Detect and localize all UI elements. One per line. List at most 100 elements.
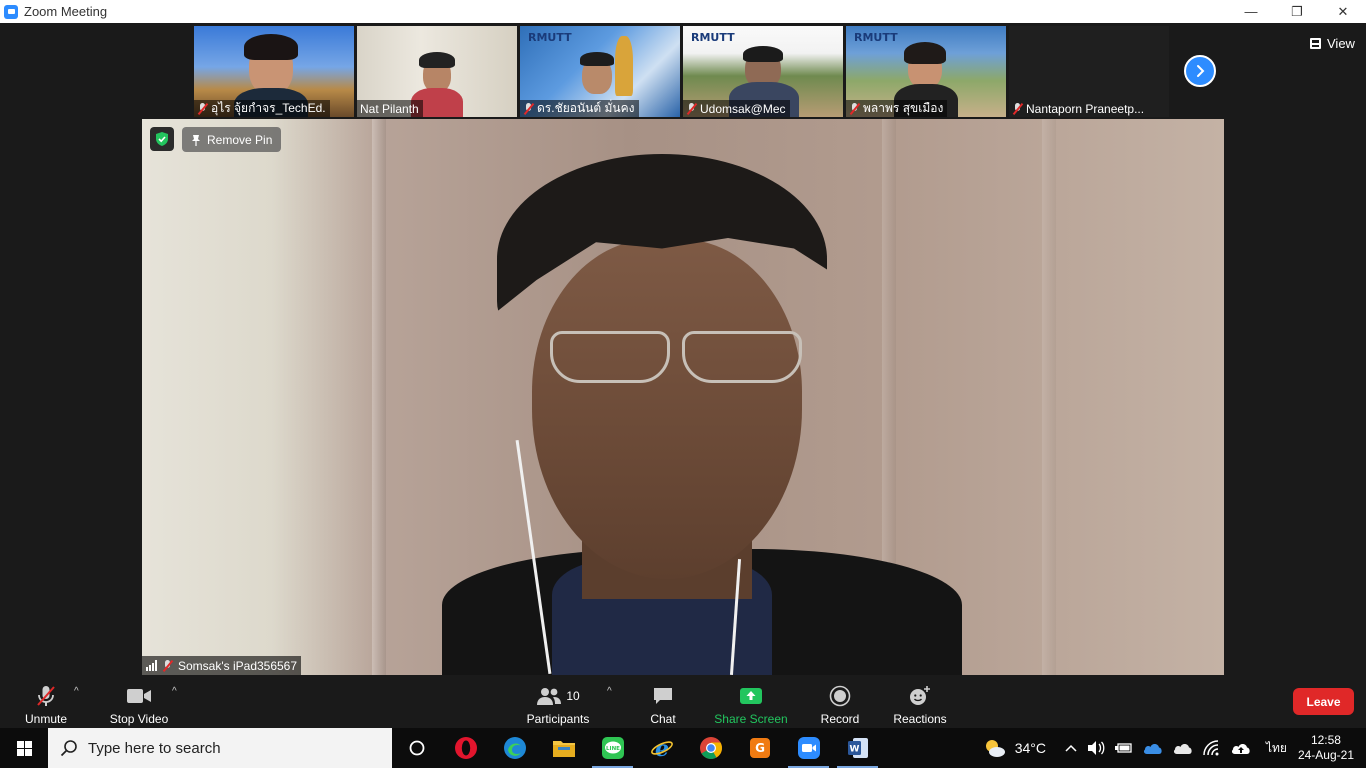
task-view-button[interactable] <box>392 728 441 768</box>
line-app[interactable]: LINE <box>588 728 637 768</box>
taskbar-clock[interactable]: 12:58 24-Aug-21 <box>1298 733 1354 763</box>
speaker-figure <box>532 239 802 579</box>
search-icon <box>60 740 77 757</box>
input-language-indicator[interactable]: ไทย <box>1266 739 1287 758</box>
reactions-button[interactable]: Reactions <box>892 680 948 726</box>
participant-name-label: ดร.ชัยอนันต์ มั่นคง <box>520 100 639 117</box>
cloud-white-icon <box>1173 744 1192 754</box>
file-explorer-app[interactable] <box>539 728 588 768</box>
video-camera-icon <box>126 683 152 709</box>
restore-button[interactable]: ❐ <box>1274 0 1320 23</box>
rmutt-logo: RMUTT <box>854 31 898 44</box>
svg-text:e: e <box>655 736 669 760</box>
muted-mic-icon <box>1012 102 1023 115</box>
leave-button[interactable]: Leave <box>1293 688 1354 715</box>
participants-button[interactable]: 10 Participants <box>524 680 592 726</box>
record-button[interactable]: Record <box>818 680 862 726</box>
participant-name-label: Nat Pilanth <box>357 100 423 117</box>
partly-cloudy-icon <box>985 740 1005 757</box>
zoom-app[interactable] <box>784 728 833 768</box>
encryption-shield-icon[interactable] <box>150 127 174 151</box>
battery-button[interactable] <box>1114 741 1133 755</box>
svg-text:LINE: LINE <box>606 746 620 752</box>
windows-taskbar: LINE e G W 34°C <box>0 728 1366 768</box>
record-icon <box>829 683 851 709</box>
weather-widget[interactable]: 34°C <box>983 738 1046 758</box>
muted-mic-icon <box>162 659 173 672</box>
edge-app[interactable] <box>490 728 539 768</box>
volume-button[interactable] <box>1087 740 1105 756</box>
pin-icon <box>192 134 200 146</box>
audio-options-caret[interactable]: ^ <box>74 686 79 697</box>
speaker-icon <box>1087 741 1105 755</box>
internet-explorer-app[interactable]: e <box>637 728 686 768</box>
chat-button[interactable]: Chat <box>644 680 682 726</box>
participants-count: 10 <box>566 689 580 703</box>
onedrive-personal-button[interactable] <box>1173 741 1193 755</box>
minimize-button[interactable]: — <box>1228 0 1274 23</box>
video-options-caret[interactable]: ^ <box>172 686 177 697</box>
title-bar: Zoom Meeting — ❐ ✕ <box>0 0 1366 23</box>
wifi-icon <box>1203 740 1219 756</box>
speaker-figure <box>532 331 832 391</box>
background-wall <box>1042 119 1056 675</box>
participant-name-label: อุไร จุ้ยกำจร_TechEd. <box>194 100 330 117</box>
show-hidden-icons-button[interactable] <box>1065 744 1077 752</box>
participant-thumbnail[interactable]: RMUTT ดร.ชัยอนันต์ มั่นคง <box>520 26 680 117</box>
pinned-video[interactable]: Remove Pin Somsak's iPad356567 <box>142 119 1224 675</box>
next-page-button[interactable] <box>1184 55 1216 87</box>
view-button[interactable]: View <box>1304 33 1361 53</box>
svg-text:W: W <box>849 745 859 755</box>
edge-icon <box>503 737 526 759</box>
window-title: Zoom Meeting <box>24 4 108 19</box>
smiley-plus-icon <box>908 683 932 709</box>
pdf-app[interactable]: G <box>735 728 784 768</box>
line-icon: LINE <box>601 737 624 759</box>
unmute-button[interactable]: Unmute <box>20 680 72 726</box>
cloud-upload-icon <box>1231 744 1250 754</box>
meeting-area: อุไร จุ้ยกำจร_TechEd. Nat Pilanth RMUTT … <box>0 23 1366 678</box>
stop-video-button[interactable]: Stop Video <box>104 680 174 726</box>
folder-icon <box>552 741 575 757</box>
chrome-app[interactable] <box>686 728 735 768</box>
word-app[interactable]: W <box>833 728 882 768</box>
participant-thumbnail[interactable]: RMUTT พลาพร สุขเมือง <box>846 26 1006 117</box>
participant-thumbnail[interactable]: อุไร จุ้ยกำจร_TechEd. <box>194 26 354 117</box>
participants-options-caret[interactable]: ^ <box>607 686 612 697</box>
cloud-blue-icon <box>1143 744 1162 754</box>
battery-plugged-icon <box>1114 743 1132 753</box>
word-icon: W <box>847 738 868 758</box>
zoom-icon <box>797 737 820 759</box>
participant-thumbnail[interactable]: RMUTT Udomsak@Mec <box>683 26 843 117</box>
system-tray: 34°C ไทย 12:58 24-Aug-21 <box>978 728 1366 768</box>
task-view-icon <box>409 740 424 756</box>
speaker-name-label: Somsak's iPad356567 <box>142 656 302 675</box>
participant-name-label: Udomsak@Mec <box>683 100 790 117</box>
muted-mic-icon <box>849 102 860 115</box>
chat-bubble-icon <box>652 683 674 709</box>
share-screen-button[interactable]: Share Screen <box>714 680 788 726</box>
taskbar-search[interactable] <box>48 728 392 768</box>
muted-mic-icon <box>523 102 534 115</box>
meeting-toolbar: Unmute ^ Stop Video ^ 10 Participants ^ … <box>0 678 1366 728</box>
chrome-icon <box>699 737 722 759</box>
opera-app[interactable] <box>441 728 490 768</box>
svg-text:G: G <box>755 741 765 755</box>
muted-microphone-icon <box>34 683 58 709</box>
onedrive-button[interactable] <box>1143 741 1163 755</box>
network-button[interactable] <box>1203 740 1221 756</box>
rmutt-logo: RMUTT <box>528 31 572 44</box>
background-wall <box>372 119 386 675</box>
muted-mic-icon <box>686 102 697 115</box>
participants-icon: 10 <box>536 683 580 709</box>
opera-icon <box>454 737 477 759</box>
close-button[interactable]: ✕ <box>1320 0 1366 23</box>
cloud-upload-button[interactable] <box>1231 740 1251 756</box>
remove-pin-button[interactable]: Remove Pin <box>182 127 282 152</box>
internet-explorer-icon: e <box>650 736 673 760</box>
search-input[interactable] <box>88 739 368 757</box>
start-button[interactable] <box>0 728 48 768</box>
participant-thumbnail[interactable]: Nantaporn Praneetp... <box>1009 26 1169 117</box>
participant-thumbnail[interactable]: Nat Pilanth <box>357 26 517 117</box>
pdf-icon: G <box>749 738 770 758</box>
